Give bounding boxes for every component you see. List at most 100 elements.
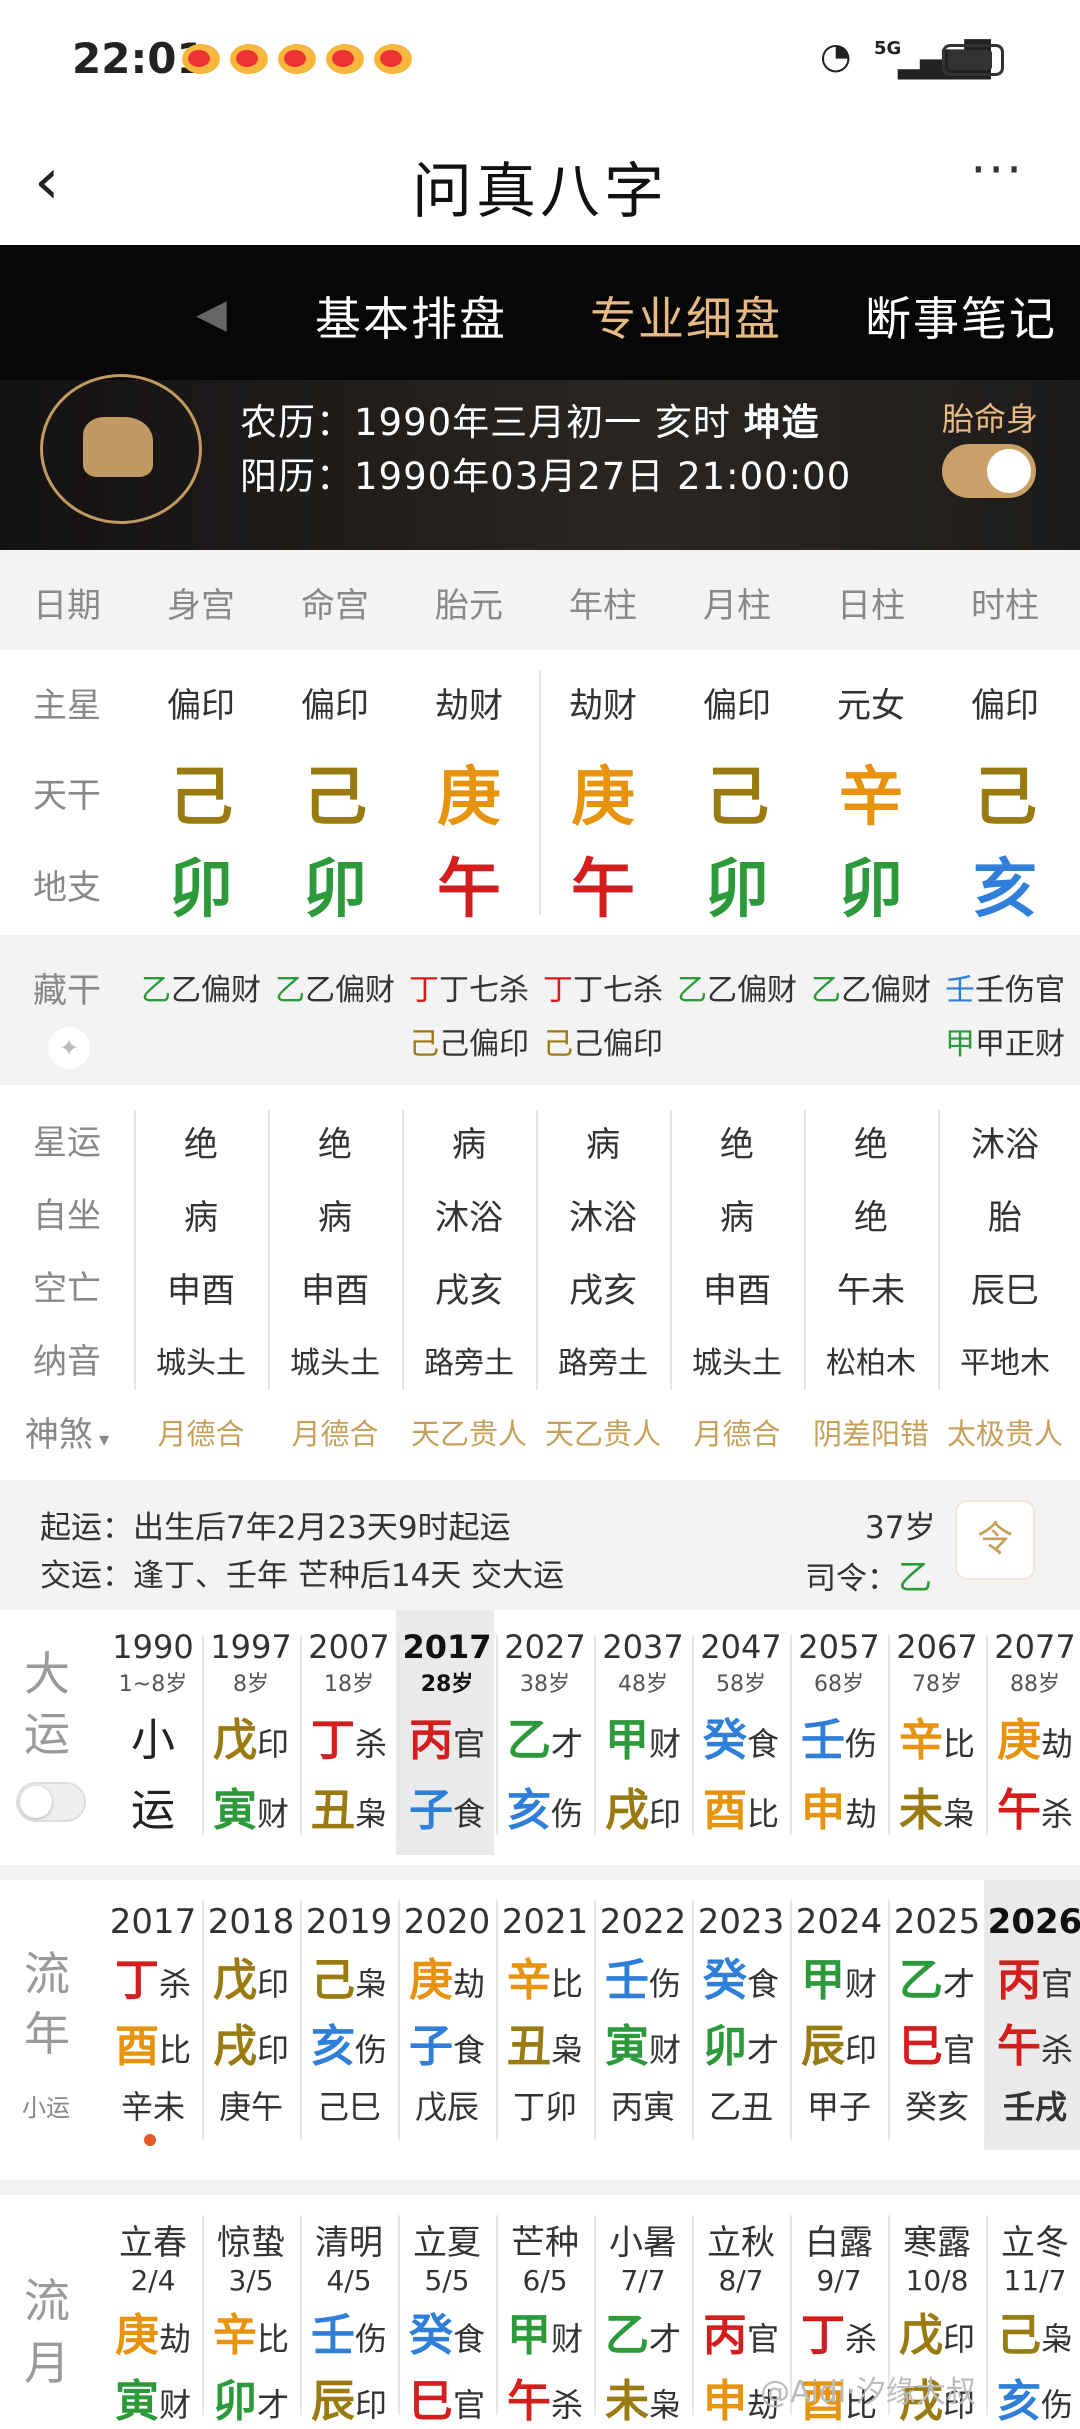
column-divider [594,2215,596,2415]
solar-term: 白露 [805,2223,873,2263]
self-seat: 病 [184,1198,218,1238]
liunian-column[interactable]: 2022 壬伤 寅财 丙寅 [594,1902,692,2128]
watermark: @Aidi·汐缘大叔 [760,2375,976,2410]
heavenly-stem: 己 [705,761,769,835]
liuyue-column[interactable]: 立夏 5/5 癸食 巳官 [398,2215,496,2429]
liunian-column[interactable]: 2026 丙官 午杀 壬戌 [986,1902,1080,2128]
dayun-column[interactable]: 1990 1~8岁小运 [104,1628,202,1838]
dayun-stem: 癸食 [702,1715,779,1766]
tab-notes[interactable]: 断事笔记 [865,283,1057,349]
dayun-column[interactable]: 2027 38岁 乙才 亥伤 [496,1628,594,1838]
tab-pro-chart[interactable]: 专业细盘 [590,283,782,349]
pin-icon[interactable]: ✦ [48,1027,90,1069]
dayun-stem: 庚劫 [996,1715,1073,1766]
liunian-column[interactable]: 2018 戊印 戌印 庚午 [202,1902,300,2128]
liuyue-column[interactable]: 芒种 6/5 甲财 午杀 [496,2215,594,2429]
hidden-stem: 己己偏印 [409,1027,529,1062]
hidden-stem: 乙乙偏财 [275,973,395,1008]
liuyue-stem: 丁杀 [800,2310,877,2361]
dayun-year: 2007 [308,1628,390,1666]
column-divider [202,1635,204,1835]
liuyue-column[interactable]: 惊蛰 3/5 辛比 卯才 [202,2215,300,2429]
dayun-age: 78岁 [912,1672,962,1697]
liunian-column[interactable]: 2017 丁杀 酉比 辛未 [104,1902,202,2128]
star-luck: 绝 [318,1125,352,1165]
self-seat: 沐浴 [435,1198,503,1238]
hidden-stem: 乙乙偏财 [677,973,797,1008]
tab-basic-chart[interactable]: 基本排盘 [315,283,507,349]
pillars-section: 主星 天干 地支 偏印 偏印 劫财 劫财 偏印 元女 偏印 己 己 庚 庚 己 … [0,650,1080,935]
liunian-stem: 癸食 [702,1955,779,2006]
siling: 司令：乙 [805,1558,932,1598]
dayun-column[interactable]: 2007 18岁 丁杀 丑枭 [300,1628,398,1838]
shensha-item[interactable]: 月德合 [134,1411,268,1453]
dayun-column[interactable]: 2017 28岁 丙官 子食 [398,1628,496,1838]
void: 申酉 [703,1271,771,1311]
xiaoyun-ganzhi: 己巳 [316,2088,381,2126]
dayun-column[interactable]: 2067 78岁 辛比 未枭 [888,1628,986,1838]
void: 申酉 [167,1271,235,1311]
dayun-stem: 乙才 [506,1715,583,1766]
wifi-icon: ◔ [820,36,852,77]
column-divider [594,1635,596,1835]
liuyue-section: 流 月 立春 2/4 庚劫 寅财 惊蛰 3/5 辛比 卯才 清明 4/5 壬伤 辰印 立夏 5/5 癸食 巳官… [0,2195,1080,2427]
profile-header: 农历：1990年三月初一 亥时 坤造 阳历：1990年03月27日 21:00:… [0,374,1080,550]
dayun-age: 38岁 [520,1672,570,1697]
xiaoyun-toggle[interactable] [16,1782,86,1822]
star-luck: 病 [586,1125,620,1165]
shensha-item[interactable]: 月德合 [268,1411,402,1453]
liunian-column[interactable]: 2024 甲财 辰印 甲子 [790,1902,888,2128]
zodiac-horse-icon [40,374,202,524]
solar-term-date: 4/5 [326,2264,372,2297]
dayun-branch: 亥伤 [506,1785,583,1836]
shensha-item[interactable]: 阴差阳错 [804,1411,938,1453]
shensha-dropdown[interactable]: 神煞 ▾ [0,1407,134,1456]
dayun-branch: 运 [131,1785,175,1836]
column-divider [496,1635,498,1835]
shensha-item[interactable]: 月德合 [670,1411,804,1453]
liunian-column[interactable]: 2025 乙才 巳官 癸亥 [888,1902,986,2128]
liuyue-column[interactable]: 清明 4/5 壬伤 辰印 [300,2215,398,2429]
shensha-item[interactable]: 太极贵人 [938,1411,1072,1453]
liuyue-column[interactable]: 立春 2/4 庚劫 寅财 [104,2215,202,2429]
liuyue-label: 月 [24,2336,70,2390]
dayun-column[interactable]: 1997 8岁 戊印 寅财 [202,1628,300,1838]
liunian-year: 2020 [403,1902,491,1942]
liuyue-column[interactable]: 小暑 7/7 乙才 未枭 [594,2215,692,2429]
liuyue-branch: 巳官 [408,2376,485,2427]
hidden-stems-section: 藏干 ✦ 乙乙偏财 乙乙偏财 丁丁七杀 己己偏印 丁丁七杀 己己偏印 乙乙偏财 … [0,935,1080,1085]
liunian-column[interactable]: 2020 庚劫 子食 戊辰 [398,1902,496,2128]
nayin: 路旁土 [424,1346,514,1381]
col-header: 身宫 [167,586,235,626]
dayun-column[interactable]: 2037 48岁 甲财 戌印 [594,1628,692,1838]
dayun-column[interactable]: 2047 58岁 癸食 酉比 [692,1628,790,1838]
liunian-column[interactable]: 2019 己枭 亥伤 己巳 [300,1902,398,2128]
dayun-column[interactable]: 2057 68岁 壬伤 申劫 [790,1628,888,1838]
liuyue-column[interactable]: 立冬 11/7 己枭 亥伤 [986,2215,1080,2429]
column-divider [398,1635,400,1835]
column-divider [202,1900,204,2140]
liuyue-stem: 乙才 [604,2310,681,2361]
column-divider [986,1635,988,1835]
liunian-label: 流 [24,1947,70,2001]
calendar-icon[interactable]: 令 [955,1500,1035,1580]
solar-term-date: 3/5 [228,2264,274,2297]
liunian-branch: 卯才 [702,2021,779,2072]
self-seat: 沐浴 [569,1198,637,1238]
liunian-column[interactable]: 2023 癸食 卯才 乙丑 [692,1902,790,2128]
earthly-branch: 午 [437,853,501,927]
row-label: 主星 [33,686,101,726]
shensha-item[interactable]: 天乙贵人 [402,1411,536,1453]
liunian-column[interactable]: 2021 辛比 丑枭 丁卯 [496,1902,594,2128]
earthly-branch: 卯 [169,853,233,927]
self-seat: 绝 [854,1198,888,1238]
more-options-icon[interactable]: ··· [970,141,1024,199]
dayun-branch: 寅财 [212,1785,289,1836]
dayun-column[interactable]: 2077 88岁 庚劫 午杀 [986,1628,1080,1838]
taimingshen-toggle[interactable] [942,444,1036,498]
liunian-label: 年 [24,2007,70,2061]
column-divider [398,2215,400,2415]
qiyun-line1: 起运：出生后7年2月23天9时起运 [40,1510,511,1546]
shensha-item[interactable]: 天乙贵人 [536,1411,670,1453]
xiaoyun-ganzhi: 甲子 [806,2088,871,2126]
